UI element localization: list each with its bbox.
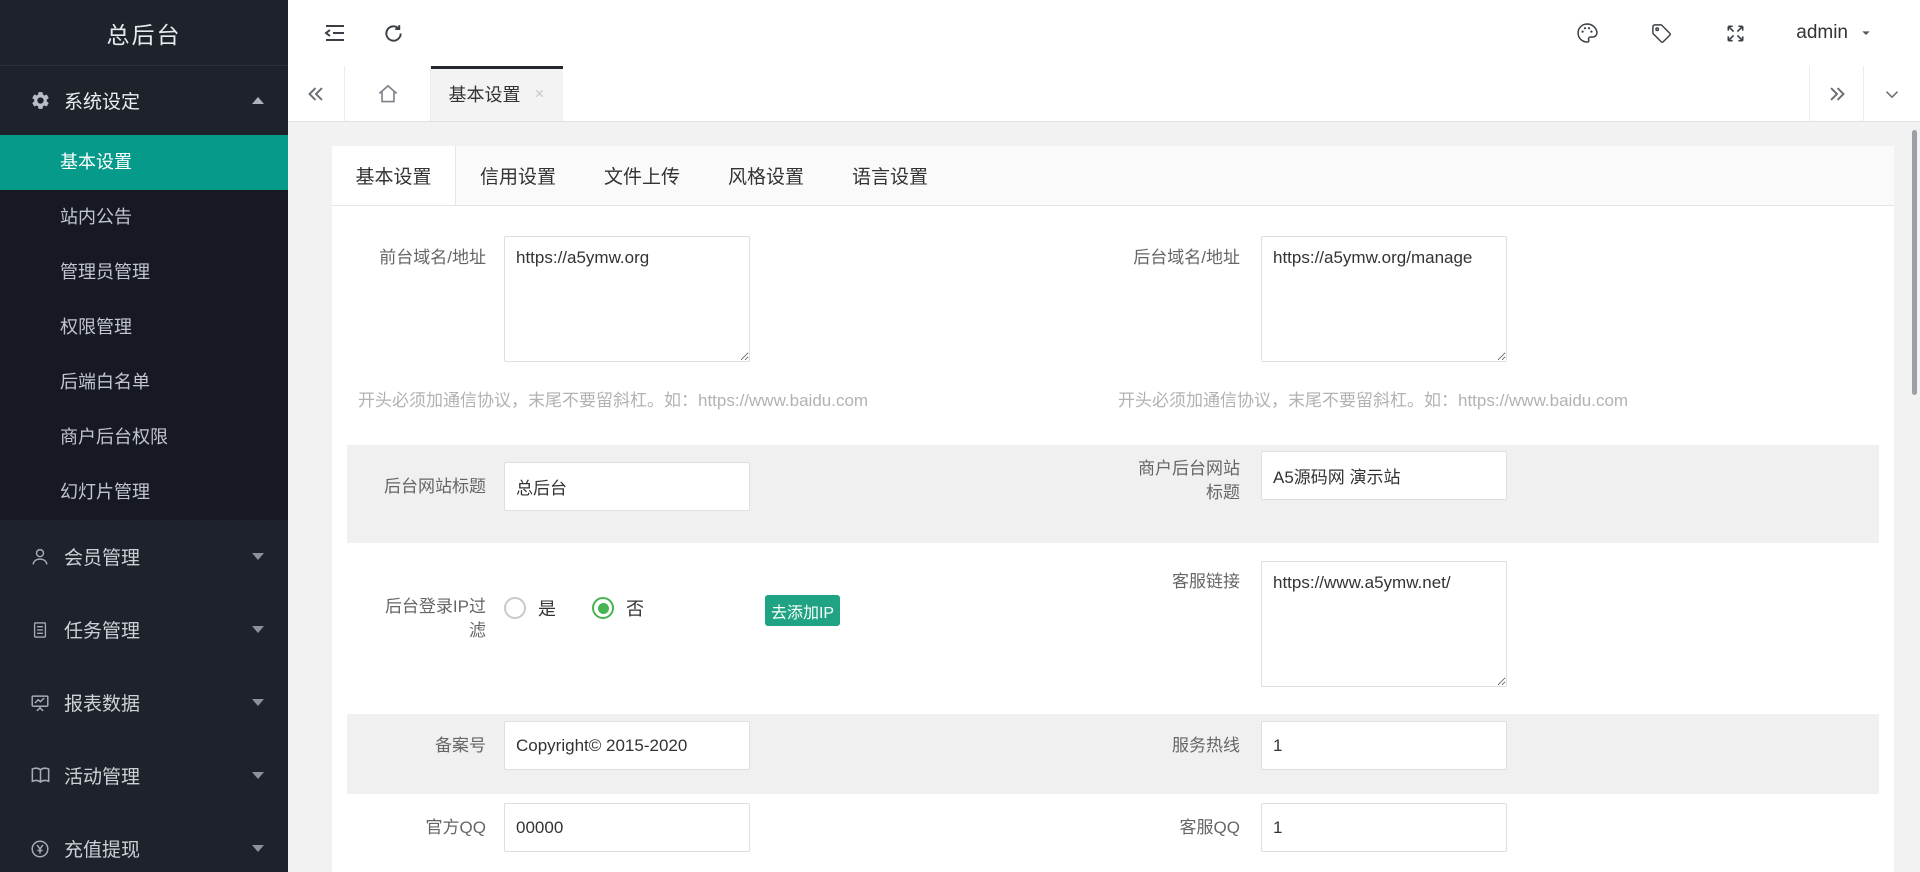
tab-language-settings[interactable]: 语言设置 <box>828 146 952 205</box>
radio-label-yes: 是 <box>538 595 556 621</box>
radio-option-no[interactable]: 否 <box>592 595 644 621</box>
gear-icon <box>28 89 52 113</box>
merchant-site-title-input[interactable] <box>1261 451 1507 500</box>
ip-filter-label: 后台登录IP过滤 <box>374 595 486 643</box>
hotline-label: 服务热线 <box>1128 734 1240 758</box>
official-qq-label: 官方QQ <box>374 816 486 840</box>
tabs-scroll-right-button[interactable] <box>1809 66 1863 121</box>
add-ip-button[interactable]: 去添加IP <box>765 595 840 626</box>
caret-down-icon <box>252 845 264 852</box>
settings-tabs: 基本设置 信用设置 文件上传 风格设置 语言设置 <box>332 146 1894 206</box>
refresh-icon[interactable] <box>380 20 406 46</box>
tabs-menu-button[interactable] <box>1863 66 1920 121</box>
service-link-label: 客服链接 <box>1128 570 1240 594</box>
radio-label-no: 否 <box>626 595 644 621</box>
admin-app: 总后台 系统设定 基本设置 站内公告 管理员管理 权限管理 后端白名单 商户后台… <box>0 0 1920 872</box>
sidebar-item-label: 充值提现 <box>64 835 252 862</box>
tab-bar: 基本设置 <box>288 66 1920 122</box>
sidebar-item-label: 系统设定 <box>64 87 252 114</box>
page-content: 基本设置 信用设置 文件上传 风格设置 语言设置 前台域名/地址 开头必须加通信… <box>288 122 1920 872</box>
sidebar-item-label: 报表数据 <box>64 689 252 716</box>
merchant-site-title-label: 商户后台网站标题 <box>1128 457 1240 505</box>
close-icon[interactable] <box>533 87 546 100</box>
chart-board-icon <box>28 691 52 715</box>
service-qq-label: 客服QQ <box>1128 816 1240 840</box>
username: admin <box>1796 22 1848 44</box>
sidebar-item-system-settings[interactable]: 系统设定 <box>0 66 288 135</box>
sidebar-item-slideshow-manage[interactable]: 幻灯片管理 <box>0 465 288 520</box>
sidebar-submenu: 基本设置 站内公告 管理员管理 权限管理 后端白名单 商户后台权限 幻灯片管理 <box>0 135 288 520</box>
home-tab-button[interactable] <box>345 66 431 121</box>
form-row-ip-filter: 后台登录IP过滤 是 否 去添加IP 客服链接 <box>332 543 1894 714</box>
sidebar-item-label: 任务管理 <box>64 616 252 643</box>
icp-input[interactable] <box>504 721 750 770</box>
front-domain-label: 前台域名/地址 <box>374 246 486 270</box>
caret-down-icon <box>252 626 264 633</box>
tab-label: 基本设置 <box>449 81 521 107</box>
tab-basic-settings[interactable]: 基本设置 <box>332 146 456 205</box>
admin-site-title-input[interactable] <box>504 462 750 511</box>
sidebar-item-site-notice[interactable]: 站内公告 <box>0 190 288 245</box>
scrollbar-thumb[interactable] <box>1912 130 1917 395</box>
tab-file-upload[interactable]: 文件上传 <box>580 146 704 205</box>
settings-card: 基本设置 信用设置 文件上传 风格设置 语言设置 前台域名/地址 开头必须加通信… <box>332 146 1894 872</box>
user-menu[interactable]: admin <box>1796 22 1874 44</box>
sidebar-item-member-manage[interactable]: 会员管理 <box>0 520 288 593</box>
sidebar-item-permission-manage[interactable]: 权限管理 <box>0 300 288 355</box>
admin-site-title-label: 后台网站标题 <box>374 475 486 499</box>
hotline-input[interactable] <box>1261 721 1507 770</box>
sidebar: 总后台 系统设定 基本设置 站内公告 管理员管理 权限管理 后端白名单 商户后台… <box>0 0 288 872</box>
admin-domain-textarea[interactable] <box>1261 236 1507 362</box>
sidebar-item-label: 活动管理 <box>64 762 252 789</box>
palette-icon[interactable] <box>1574 20 1600 46</box>
front-domain-hint: 开头必须加通信协议，末尾不要留斜杠。如：https://www.baidu.co… <box>358 386 868 411</box>
sidebar-item-recharge-withdraw[interactable]: 充值提现 <box>0 812 288 872</box>
sidebar-item-basic-settings[interactable]: 基本设置 <box>0 135 288 190</box>
topbar: admin <box>288 0 1920 66</box>
home-icon <box>375 81 401 107</box>
settings-form: 前台域名/地址 开头必须加通信协议，末尾不要留斜杠。如：https://www.… <box>332 206 1894 872</box>
app-title: 总后台 <box>0 0 288 66</box>
admin-domain-label: 后台域名/地址 <box>1128 246 1240 270</box>
user-icon <box>28 545 52 569</box>
caret-down-icon <box>252 699 264 706</box>
sidebar-item-merchant-permission[interactable]: 商户后台权限 <box>0 410 288 465</box>
sidebar-item-admin-manage[interactable]: 管理员管理 <box>0 245 288 300</box>
icp-label: 备案号 <box>374 734 486 758</box>
fullscreen-icon[interactable] <box>1722 20 1748 46</box>
tabs-scroll-left-button[interactable] <box>288 66 345 121</box>
service-link-textarea[interactable] <box>1261 561 1507 687</box>
radio-unchecked-icon[interactable] <box>504 597 526 619</box>
admin-domain-hint: 开头必须加通信协议，末尾不要留斜杠。如：https://www.baidu.co… <box>1118 386 1628 411</box>
sidebar-item-activity-manage[interactable]: 活动管理 <box>0 739 288 812</box>
form-row-icp-hotline: 备案号 服务热线 <box>332 714 1894 794</box>
tab-style-settings[interactable]: 风格设置 <box>704 146 828 205</box>
radio-checked-icon[interactable] <box>592 597 614 619</box>
document-icon <box>28 618 52 642</box>
collapse-menu-icon[interactable] <box>322 20 348 46</box>
yen-circle-icon <box>28 837 52 861</box>
sidebar-item-label: 会员管理 <box>64 543 252 570</box>
open-tab-basic-settings[interactable]: 基本设置 <box>431 66 563 121</box>
tag-icon[interactable] <box>1648 20 1674 46</box>
front-domain-textarea[interactable] <box>504 236 750 362</box>
service-qq-input[interactable] <box>1261 803 1507 852</box>
ip-filter-radio-group: 是 否 <box>504 595 666 621</box>
sidebar-item-backend-whitelist[interactable]: 后端白名单 <box>0 355 288 410</box>
form-row-domains: 前台域名/地址 开头必须加通信协议，末尾不要留斜杠。如：https://www.… <box>332 206 1894 445</box>
caret-down-icon <box>252 553 264 560</box>
tab-credit-settings[interactable]: 信用设置 <box>456 146 580 205</box>
caret-up-icon <box>252 97 264 104</box>
tabbar-spacer <box>563 66 1809 121</box>
caret-down-icon <box>252 772 264 779</box>
book-icon <box>28 764 52 788</box>
caret-down-icon <box>1858 25 1874 41</box>
radio-option-yes[interactable]: 是 <box>504 595 556 621</box>
form-row-site-titles: 后台网站标题 商户后台网站标题 <box>332 445 1894 543</box>
official-qq-input[interactable] <box>504 803 750 852</box>
sidebar-item-task-manage[interactable]: 任务管理 <box>0 593 288 666</box>
sidebar-item-report-data[interactable]: 报表数据 <box>0 666 288 739</box>
form-row-qq: 官方QQ 客服QQ <box>332 794 1894 872</box>
